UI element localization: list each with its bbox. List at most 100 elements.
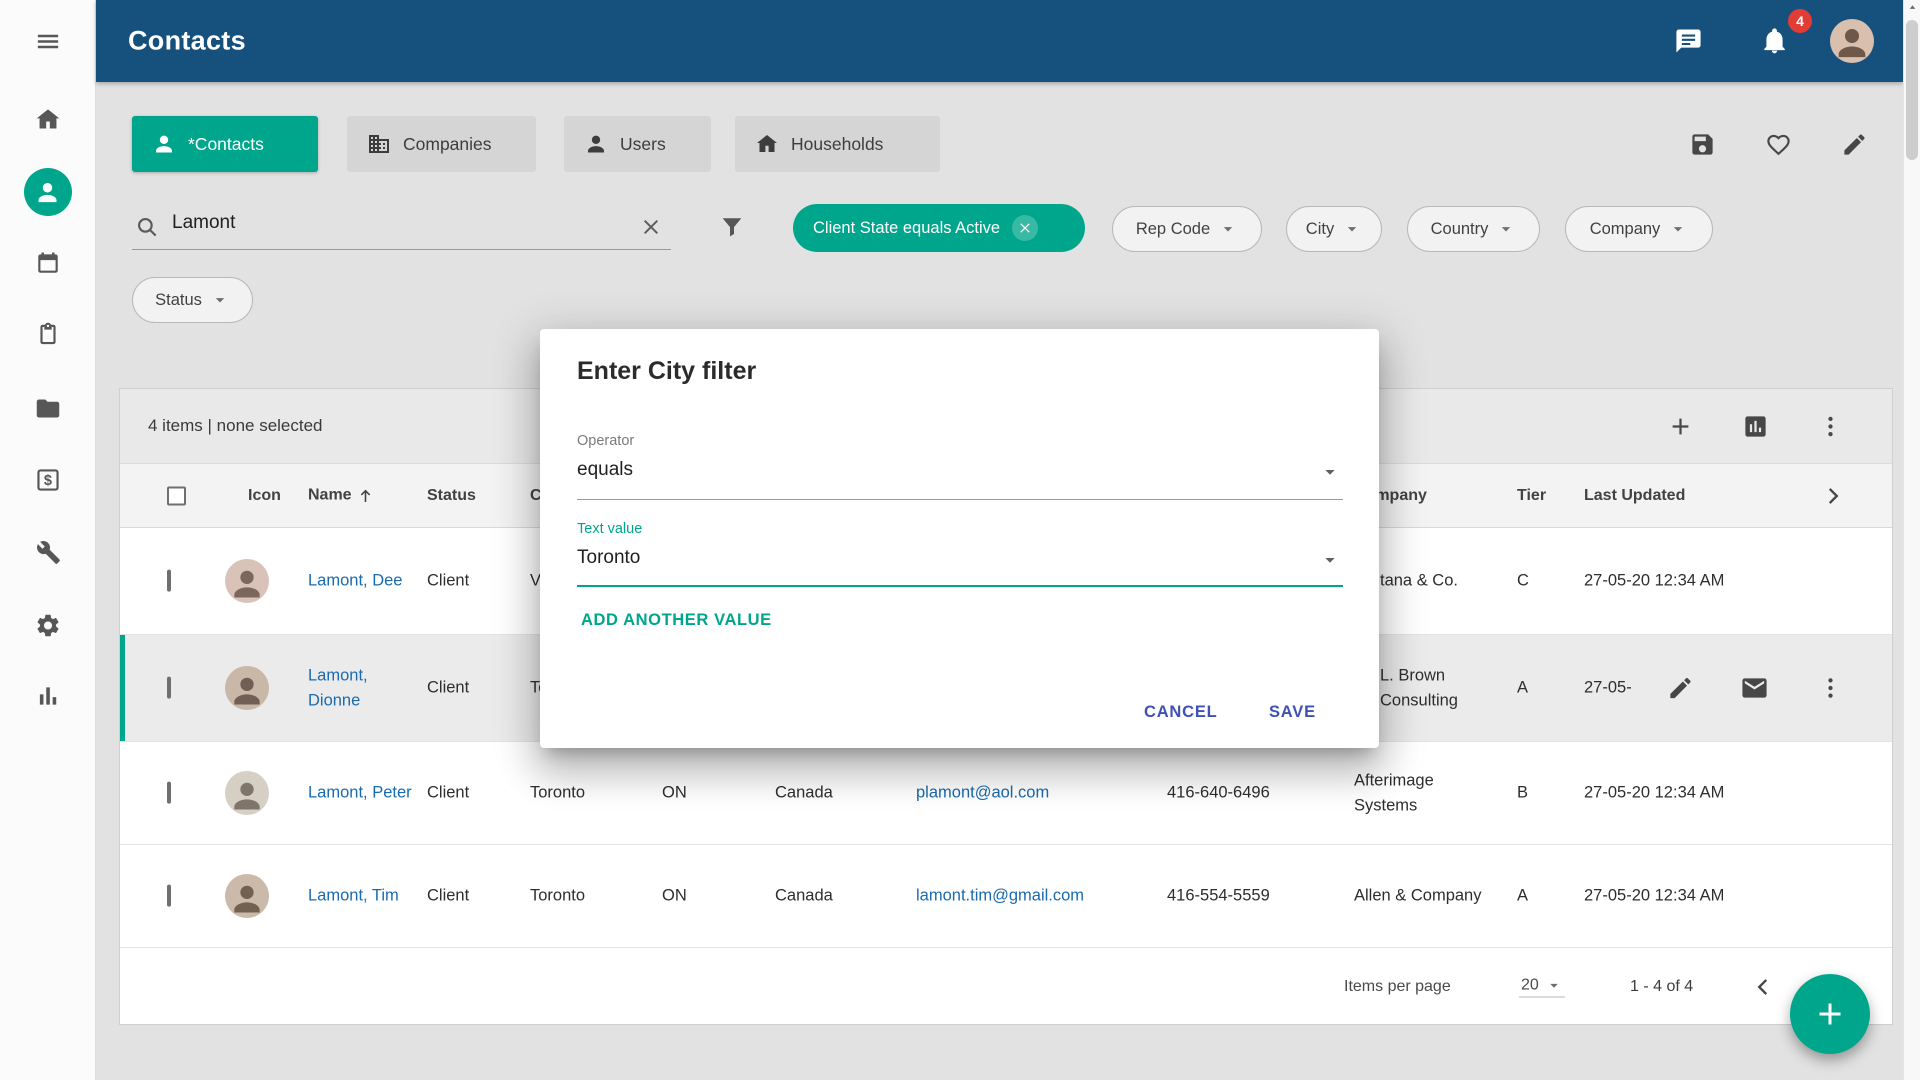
column-name[interactable]: Name <box>308 486 375 505</box>
previous-page-icon[interactable] <box>1750 974 1776 1000</box>
scrollbar-thumb[interactable] <box>1906 20 1918 160</box>
add-contact-fab[interactable] <box>1790 974 1870 1054</box>
caret-down-icon <box>1545 977 1563 995</box>
sidebar-item-contacts[interactable] <box>24 168 72 216</box>
notification-badge: 4 <box>1788 9 1812 33</box>
tab-users[interactable]: Users <box>564 116 711 172</box>
page-size-select[interactable]: 20 <box>1519 977 1565 998</box>
contact-email-link[interactable]: lamont.tim@gmail.com <box>916 884 1084 909</box>
sidebar-item-calendar[interactable] <box>35 250 61 276</box>
table-row[interactable]: Lamont, Tim Client Toronto ON Canada lam… <box>120 845 1892 948</box>
column-status[interactable]: Status <box>427 487 476 505</box>
chip-company-label: Company <box>1590 220 1661 239</box>
select-all-checkbox[interactable] <box>167 486 186 505</box>
table-row[interactable]: Lamont, Peter Client Toronto ON Canada p… <box>120 742 1892 845</box>
chip-client-state[interactable]: Client State equals Active <box>793 204 1085 252</box>
mail-contact-icon[interactable] <box>1740 674 1769 703</box>
cancel-button[interactable]: CANCEL <box>1134 693 1228 731</box>
text-value-label: Text value <box>577 521 642 537</box>
sidebar-item-documents[interactable] <box>34 395 61 422</box>
contact-last-updated: 27-05-20 12:34 AM <box>1584 884 1784 909</box>
search-input[interactable] <box>172 212 592 234</box>
contact-last-updated: 27-05- <box>1584 676 1674 701</box>
topbar: Contacts 4 <box>96 0 1903 82</box>
sidebar <box>0 0 96 1080</box>
sidebar-item-home[interactable] <box>34 106 61 133</box>
chat-icon[interactable] <box>1674 27 1703 56</box>
row-checkbox[interactable] <box>167 569 171 594</box>
city-filter-dialog: Enter City filter Operator equals Text v… <box>540 329 1379 748</box>
page-range-label: 1 - 4 of 4 <box>1630 978 1693 996</box>
chip-country-label: Country <box>1431 220 1489 239</box>
chip-country[interactable]: Country <box>1407 206 1540 252</box>
edit-contact-icon[interactable] <box>1667 675 1694 702</box>
sidebar-item-tools[interactable] <box>35 539 61 565</box>
contact-status: Client <box>427 781 469 806</box>
more-columns-chevron-icon[interactable] <box>1820 483 1846 509</box>
more-options-icon[interactable] <box>1817 413 1844 440</box>
text-value-select[interactable]: Toronto <box>577 547 1343 569</box>
caret-down-icon <box>1496 219 1516 239</box>
contact-company: Allen & Company <box>1354 884 1489 909</box>
paginator: Items per page 20 1 - 4 of 4 <box>120 962 1892 1012</box>
tab-companies-label: Companies <box>403 134 492 155</box>
contact-name-link[interactable]: Lamont, Tim <box>308 884 414 909</box>
contact-tier: A <box>1517 676 1528 701</box>
sidebar-item-settings[interactable] <box>34 612 61 639</box>
contact-avatar <box>225 771 269 815</box>
contact-avatar <box>225 874 269 918</box>
sidebar-item-tasks[interactable] <box>35 321 61 347</box>
contact-tier: C <box>1517 569 1529 594</box>
bell-icon[interactable] <box>1760 27 1789 56</box>
caret-down-icon <box>1668 219 1688 239</box>
sidebar-item-reports[interactable] <box>35 683 61 709</box>
column-icon[interactable]: Icon <box>248 487 281 505</box>
row-checkbox[interactable] <box>167 884 171 909</box>
plus-icon <box>1812 996 1848 1032</box>
contact-phone: 416-640-6496 <box>1167 781 1270 806</box>
chip-status[interactable]: Status <box>132 277 253 323</box>
chart-view-icon[interactable] <box>1742 413 1769 440</box>
page-title: Contacts <box>128 26 246 57</box>
column-last-updated[interactable]: Last Updated <box>1584 487 1685 505</box>
contact-province: ON <box>662 884 687 909</box>
add-another-value-button[interactable]: ADD ANOTHER VALUE <box>581 611 772 630</box>
edit-view-icon[interactable] <box>1841 131 1868 158</box>
page-scrollbar[interactable] <box>1903 0 1920 1080</box>
clear-search-icon[interactable] <box>639 215 663 239</box>
chip-company[interactable]: Company <box>1565 206 1713 252</box>
contact-email-link[interactable]: plamont@aol.com <box>916 781 1049 806</box>
save-button[interactable]: SAVE <box>1259 693 1326 731</box>
contact-tier: B <box>1517 781 1528 806</box>
add-column-icon[interactable] <box>1667 413 1694 440</box>
contact-name-link[interactable]: Lamont, Peter <box>308 781 414 806</box>
contact-status: Client <box>427 884 469 909</box>
operator-select[interactable]: equals <box>577 459 1343 481</box>
chip-city[interactable]: City <box>1286 206 1382 252</box>
filter-icon[interactable] <box>718 213 746 241</box>
contact-city: Toronto <box>530 781 585 806</box>
row-checkbox[interactable] <box>167 676 171 701</box>
caret-down-icon <box>1218 219 1238 239</box>
tab-contacts-label: *Contacts <box>188 134 264 155</box>
sidebar-item-billing[interactable] <box>35 467 61 493</box>
tab-households[interactable]: Households <box>735 116 940 172</box>
selection-summary: 4 items | none selected <box>148 416 323 436</box>
scroll-up-icon[interactable] <box>1907 2 1918 13</box>
contact-name-link[interactable]: Lamont, Dee <box>308 569 414 594</box>
user-avatar[interactable] <box>1830 19 1874 63</box>
tab-contacts[interactable]: *Contacts <box>132 116 318 172</box>
row-checkbox[interactable] <box>167 781 171 806</box>
favorite-icon[interactable] <box>1765 131 1792 158</box>
column-tier[interactable]: Tier <box>1517 487 1546 505</box>
contact-tier: A <box>1517 884 1528 909</box>
row-more-icon[interactable] <box>1817 675 1844 702</box>
remove-chip-icon[interactable] <box>1012 215 1038 241</box>
menu-icon[interactable] <box>34 28 61 55</box>
caret-down-icon <box>210 290 230 310</box>
contact-name-link[interactable]: Lamont, Dionne <box>308 663 414 713</box>
save-view-icon[interactable] <box>1689 131 1716 158</box>
contact-avatar <box>225 559 269 603</box>
tab-companies[interactable]: Companies <box>347 116 536 172</box>
chip-rep-code[interactable]: Rep Code <box>1112 206 1262 252</box>
